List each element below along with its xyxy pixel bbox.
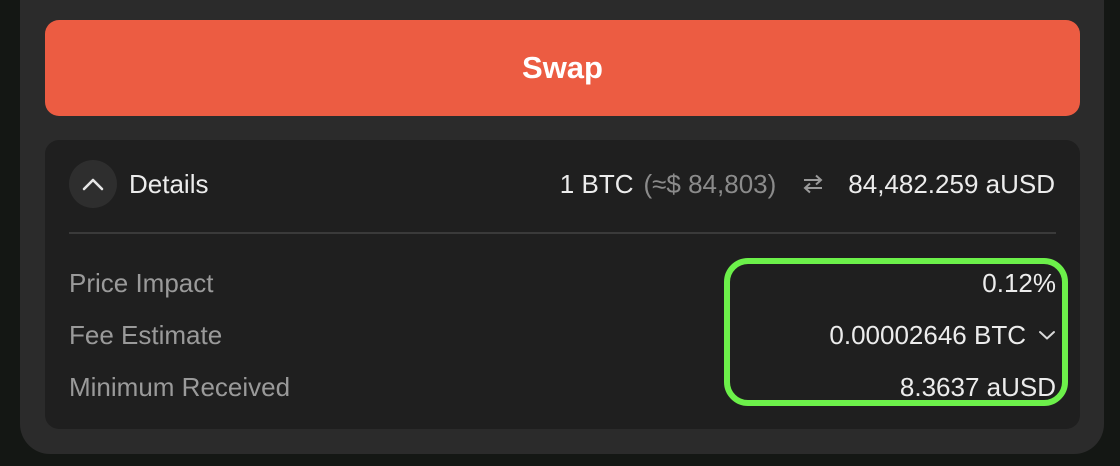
chevron-down-icon[interactable]	[1038, 329, 1056, 341]
minimum-received-row: Minimum Received 8.3637 aUSD	[69, 367, 1056, 407]
price-impact-label: Price Impact	[69, 267, 214, 298]
swap-arrows-icon[interactable]	[802, 174, 824, 194]
details-card: Details 1 BTC (≈$ 84,803) 84,482.259 aUS…	[45, 140, 1080, 429]
fee-estimate-wrap[interactable]: 0.00002646 BTC	[829, 320, 1056, 351]
chevron-up-icon[interactable]	[69, 160, 117, 208]
details-divider	[69, 232, 1056, 234]
rate-to: 84,482.259 aUSD	[848, 168, 1055, 199]
fee-estimate-row: Fee Estimate 0.00002646 BTC	[69, 315, 1056, 355]
price-impact-row: Price Impact 0.12%	[69, 263, 1056, 303]
minimum-received-value: 8.3637 aUSD	[899, 371, 1056, 402]
fee-estimate-value: 0.00002646 BTC	[829, 319, 1026, 350]
price-impact-value: 0.12%	[982, 267, 1056, 298]
rate-from: 1 BTC	[559, 168, 634, 199]
fee-estimate-label: Fee Estimate	[69, 319, 223, 350]
exchange-rate: 1 BTC (≈$ 84,803) 84,482.259 aUSD	[560, 160, 1055, 208]
details-toggle[interactable]: Details	[69, 160, 208, 208]
details-label: Details	[129, 168, 209, 199]
swap-button[interactable]: Swap	[45, 20, 1080, 116]
minimum-received-label: Minimum Received	[69, 371, 291, 402]
rate-from-usd: (≈$ 84,803)	[643, 168, 777, 199]
